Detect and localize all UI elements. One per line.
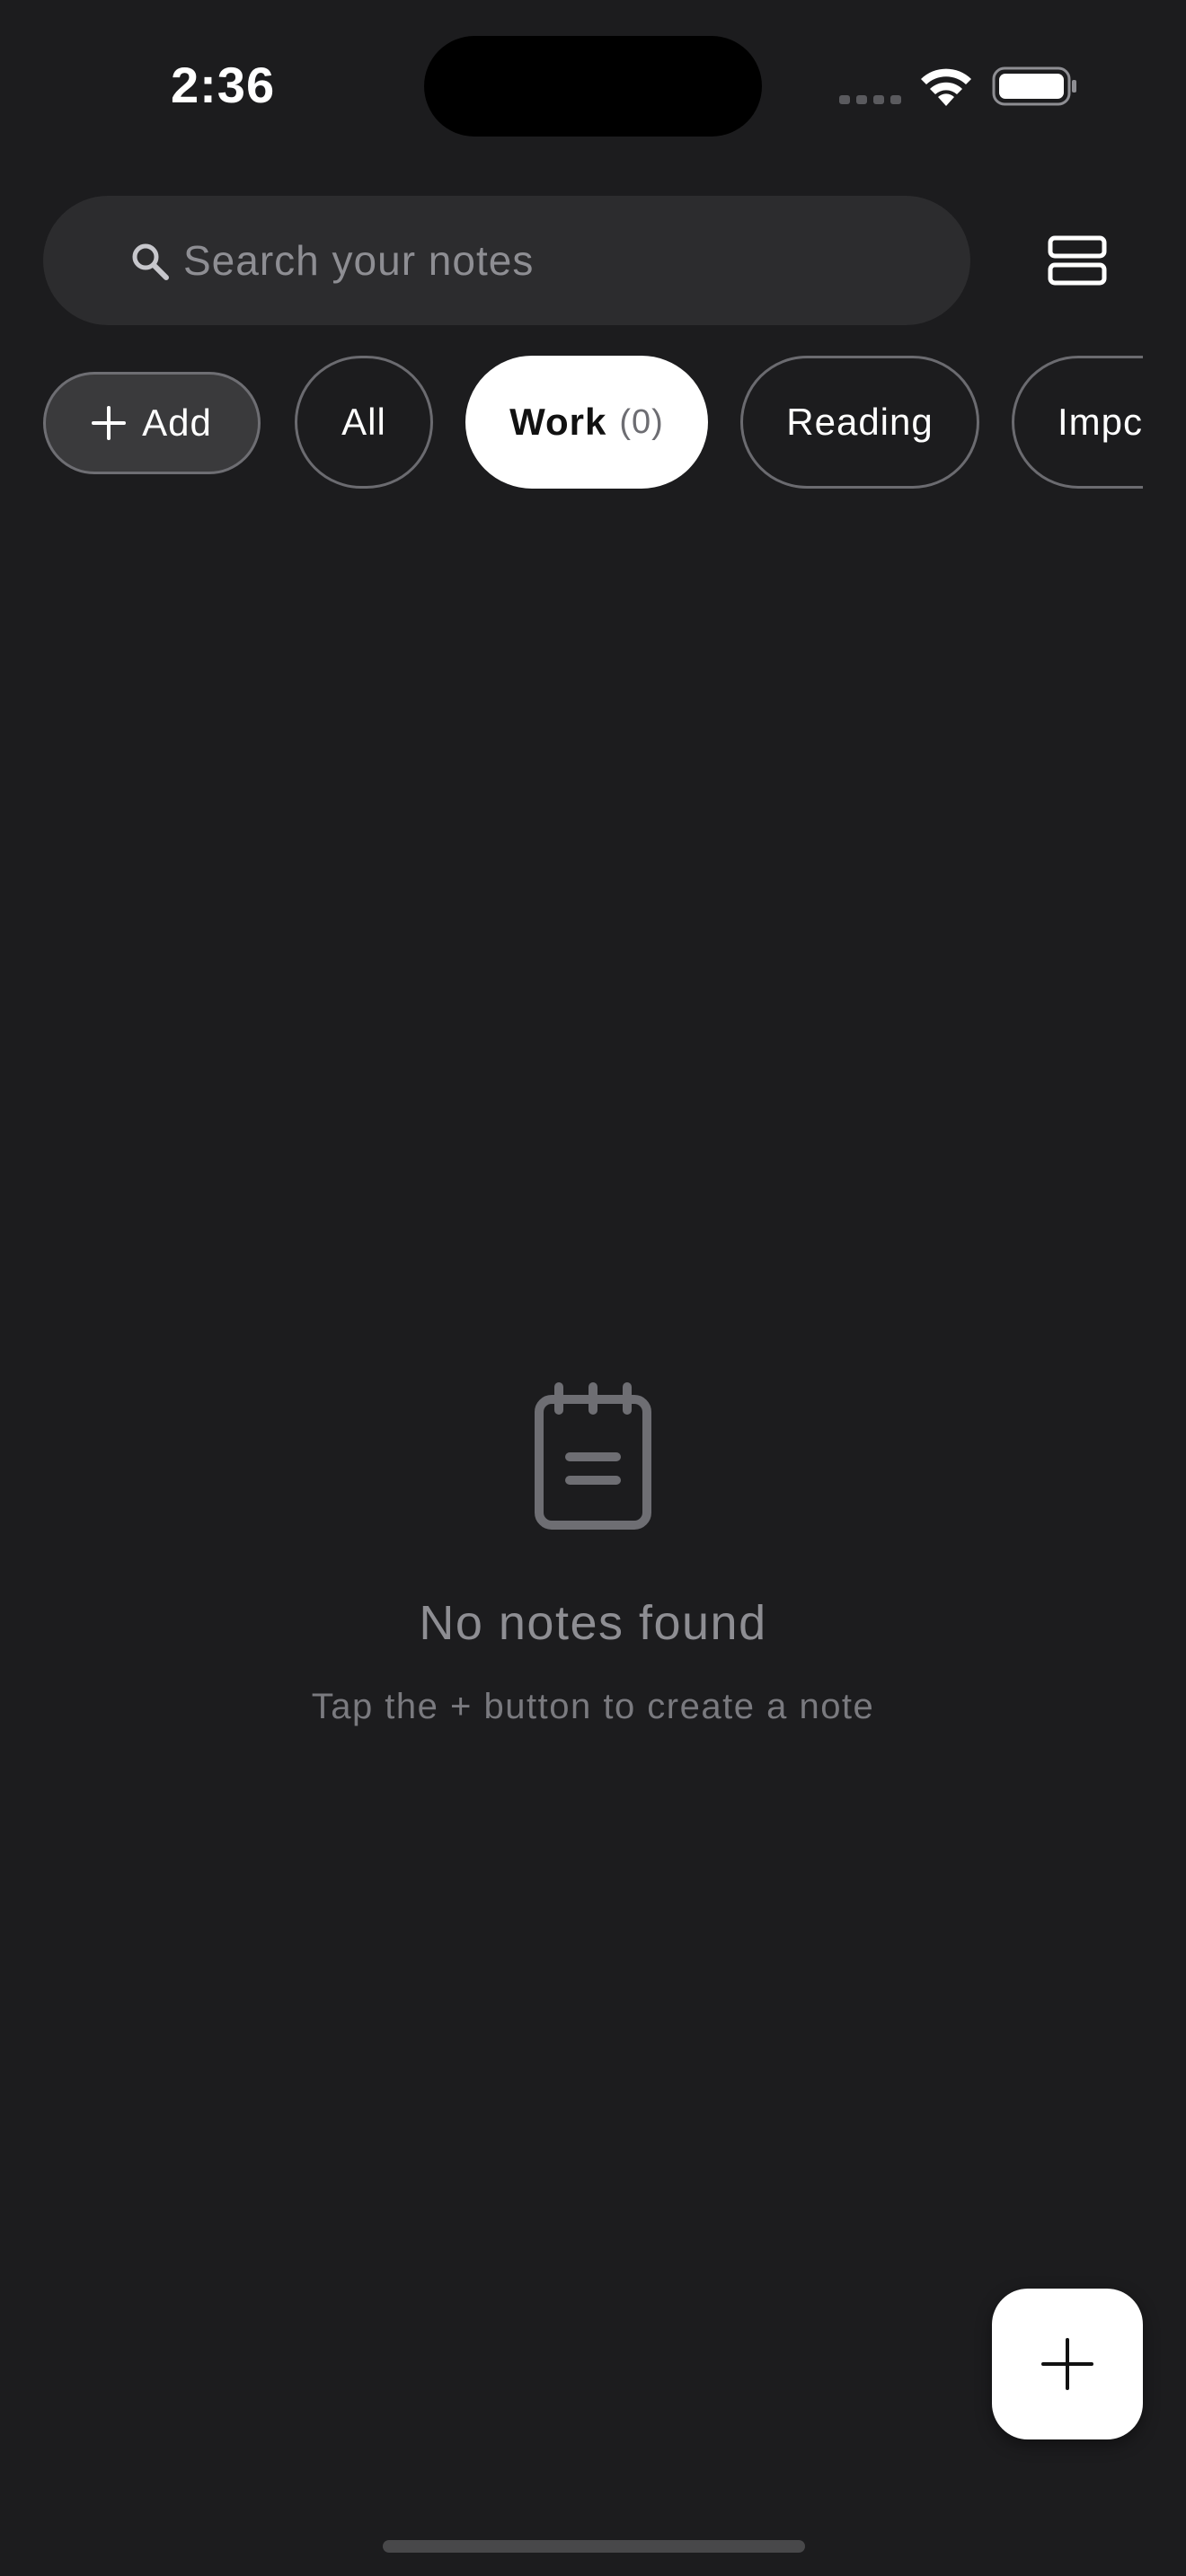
search-input[interactable] (183, 196, 938, 325)
add-filter-label: Add (142, 401, 212, 444)
filter-chip-label: Reading (786, 401, 934, 443)
search-icon (132, 243, 169, 280)
wifi-icon (921, 68, 971, 106)
add-filter-button[interactable]: Add (43, 372, 261, 474)
battery-icon (992, 66, 1076, 106)
empty-state-subtitle: Tap the + button to create a note (311, 1687, 875, 1726)
home-indicator[interactable] (383, 2540, 805, 2553)
empty-state-title: No notes found (419, 1596, 767, 1650)
filter-chip-label: Impc (1058, 401, 1143, 443)
filter-chip-important[interactable]: Impc (1012, 356, 1143, 489)
cellular-signal-icon (839, 95, 901, 104)
create-note-button[interactable] (992, 2289, 1143, 2439)
plus-icon (92, 406, 127, 440)
search-bar[interactable] (43, 196, 970, 325)
status-time: 2:36 (171, 57, 276, 113)
filter-chip-label: All (341, 401, 386, 443)
filter-chip-count: (0) (619, 402, 664, 441)
plus-icon (1041, 2338, 1093, 2390)
filter-chip-label: Work (509, 401, 607, 443)
filter-chip-reading[interactable]: Reading (740, 356, 979, 489)
notepad-icon (535, 1382, 651, 1530)
filter-chip-work[interactable]: Work (0) (465, 356, 708, 489)
dynamic-island (424, 36, 762, 137)
view-agenda-icon[interactable] (1048, 235, 1107, 286)
filter-chips: Add All Work (0) Reading Impc (43, 354, 1143, 490)
filter-chip-all[interactable]: All (295, 356, 433, 489)
